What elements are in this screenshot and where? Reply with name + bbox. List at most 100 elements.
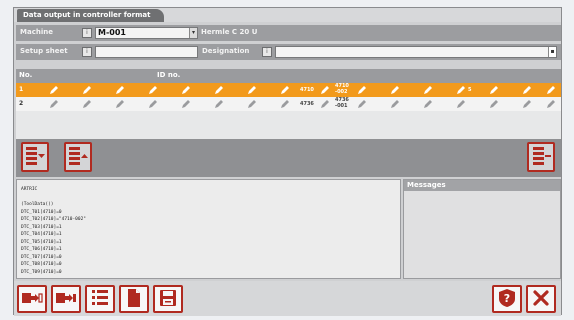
transfer-from-controller-button[interactable] [51, 285, 81, 313]
floppy-disk-icon [160, 290, 176, 306]
close-icon [533, 290, 549, 306]
row-toolbar [16, 139, 561, 177]
row-number: 1 [19, 86, 24, 93]
table-row[interactable]: 1 4710 4710 -002 5 [16, 83, 561, 97]
edit-cell-pencil-icon[interactable] [546, 99, 556, 109]
row-id-long-2: -002 [335, 89, 348, 95]
code-line: DTC_T09[4710]=0 [21, 269, 62, 275]
code-line: DTC_T06[4710]=1 [21, 247, 62, 252]
designation-info-icon[interactable]: i [262, 47, 272, 57]
edit-cell-pencil-icon[interactable] [82, 99, 92, 109]
list-remove-icon [533, 147, 551, 165]
list-view-button[interactable] [85, 285, 115, 313]
edit-cell-pencil-icon[interactable] [82, 85, 92, 95]
code-line: DTC_T07[4710]=0 [21, 254, 62, 260]
edit-cell-pencil-icon[interactable] [456, 85, 466, 95]
table-header: No. ID no. [16, 69, 561, 83]
edit-cell-pencil-icon[interactable] [181, 99, 191, 109]
row-id-short: 4710 [300, 87, 314, 93]
data-output-window: Data output in controller format Machine… [13, 7, 562, 316]
close-button[interactable] [526, 285, 556, 313]
transfer-out-icon [22, 293, 43, 303]
edit-cell-pencil-icon[interactable] [320, 99, 330, 109]
setup-sheet-field[interactable] [95, 46, 198, 58]
row-number: 2 [19, 100, 24, 107]
document-icon [128, 289, 140, 307]
edit-cell-pencil-icon[interactable] [280, 99, 290, 109]
edit-cell-pencil-icon[interactable] [247, 85, 257, 95]
edit-cell-pencil-icon[interactable] [148, 85, 158, 95]
edit-cell-pencil-icon[interactable] [214, 99, 224, 109]
designation-dropdown-icon[interactable]: ▪ [548, 47, 556, 57]
code-line: DTC_T04[4710]=1 [21, 232, 62, 237]
list-up-icon [69, 147, 88, 165]
edit-cell-pencil-icon[interactable] [489, 85, 499, 95]
move-row-down-button[interactable] [21, 142, 49, 172]
chevron-down-icon[interactable]: ▾ [189, 28, 197, 38]
code-line: DTC_T03[4710]=1 [21, 224, 62, 230]
controller-code-output[interactable]: ARTRIC (ToolData()) DTC_T01[4710]=0 DTC_T02… [16, 179, 401, 279]
edit-cell-pencil-icon[interactable] [456, 99, 466, 109]
row-tail-value: 5 [468, 87, 472, 93]
bottom-toolbar: ? [14, 281, 561, 316]
edit-cell-pencil-icon[interactable] [489, 99, 499, 109]
row-id-long-2: -001 [335, 103, 348, 109]
title-bar: Data output in controller format [14, 8, 561, 22]
table-row[interactable]: 2 4736 4736 -001 [16, 97, 561, 111]
remove-row-button[interactable] [527, 142, 555, 172]
tool-table: 1 4710 4710 -002 5 2 4736 4736 -001 [16, 83, 561, 111]
setup-sheet-label: Setup sheet [20, 47, 68, 55]
code-line: DTC_T08[4710]=0 [21, 262, 62, 267]
edit-cell-pencil-icon[interactable] [148, 99, 158, 109]
code-line: DTC_T02[4710]="4710-002" [21, 217, 87, 222]
machine-field[interactable]: M-001 ▾ [95, 27, 198, 39]
code-line: ARTRIC [21, 187, 38, 192]
edit-cell-pencil-icon[interactable] [115, 99, 125, 109]
column-header-id: ID no. [157, 71, 181, 79]
edit-cell-pencil-icon[interactable] [214, 85, 224, 95]
help-button[interactable]: ? [492, 285, 522, 313]
list-down-icon [26, 147, 45, 165]
transfer-in-icon [56, 293, 76, 303]
code-line: DTC_T01[4710]=0 [21, 209, 62, 215]
help-icon: ? [499, 289, 515, 307]
edit-cell-pencil-icon[interactable] [390, 99, 400, 109]
edit-cell-pencil-icon[interactable] [49, 85, 59, 95]
machine-label: Machine [20, 28, 53, 36]
edit-cell-pencil-icon[interactable] [247, 99, 257, 109]
list-icon [92, 290, 108, 305]
messages-panel: Messages [403, 179, 561, 279]
edit-cell-pencil-icon[interactable] [280, 85, 290, 95]
designation-label: Designation [202, 47, 250, 55]
machine-row: Machine i M-001 ▾ Hermle C 20 U [16, 25, 561, 41]
edit-cell-pencil-icon[interactable] [390, 85, 400, 95]
edit-cell-pencil-icon[interactable] [181, 85, 191, 95]
edit-cell-pencil-icon[interactable] [320, 85, 330, 95]
edit-cell-pencil-icon[interactable] [115, 85, 125, 95]
svg-text:?: ? [504, 292, 510, 305]
save-button[interactable] [153, 285, 183, 313]
document-button[interactable] [119, 285, 149, 313]
edit-cell-pencil-icon[interactable] [522, 85, 532, 95]
machine-value: M-001 [98, 28, 126, 37]
tab-data-output[interactable]: Data output in controller format [17, 9, 165, 22]
edit-cell-pencil-icon[interactable] [357, 85, 367, 95]
setup-row: Setup sheet i Designation i ▪ [16, 44, 561, 60]
transfer-to-controller-button[interactable] [17, 285, 47, 313]
machine-info-icon[interactable]: i [82, 28, 92, 38]
column-header-no: No. [19, 71, 33, 79]
table-empty-area [16, 111, 561, 139]
edit-cell-pencil-icon[interactable] [49, 99, 59, 109]
code-line: (ToolData()) [21, 202, 54, 207]
edit-cell-pencil-icon[interactable] [546, 85, 556, 95]
designation-field[interactable]: ▪ [275, 46, 557, 58]
edit-cell-pencil-icon[interactable] [357, 99, 367, 109]
code-line: DTC_T05[4710]=1 [21, 239, 62, 245]
setup-info-icon[interactable]: i [82, 47, 92, 57]
machine-name: Hermle C 20 U [201, 28, 258, 36]
edit-cell-pencil-icon[interactable] [423, 99, 433, 109]
messages-title: Messages [404, 180, 560, 191]
edit-cell-pencil-icon[interactable] [522, 99, 532, 109]
edit-cell-pencil-icon[interactable] [423, 85, 433, 95]
move-row-up-button[interactable] [64, 142, 92, 172]
